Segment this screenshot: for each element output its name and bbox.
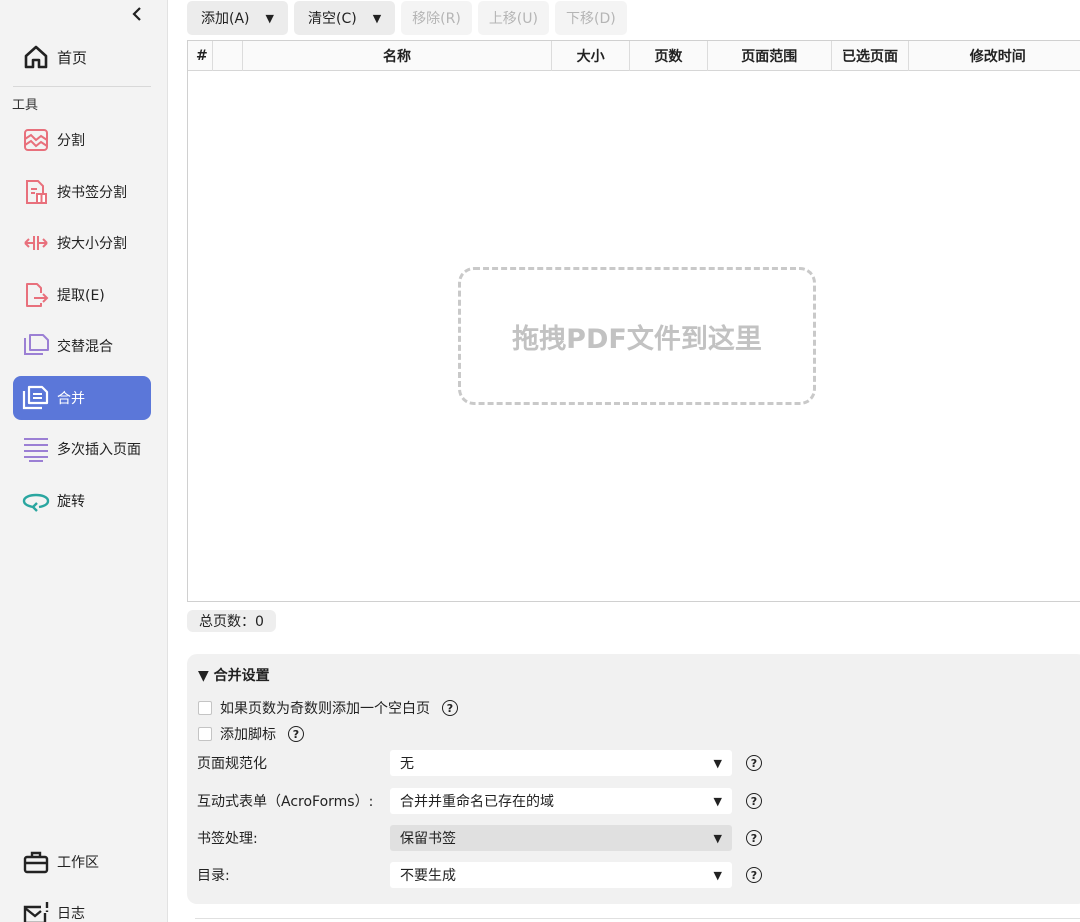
clear-button[interactable]: 清空(C) ▼ xyxy=(293,1,396,35)
sidebar-item-label: 交替混合 xyxy=(57,339,113,355)
sidebar-item-log[interactable]: 日志 xyxy=(13,891,151,922)
sidebar-item-label: 日志 xyxy=(57,906,85,922)
drop-hint: 拖拽PDF文件到这里 xyxy=(512,323,762,355)
toolbar: 添加(A) ▼ 清空(C) ▼ 移除(R) 上移(U) 下移(D) xyxy=(187,1,627,35)
sidebar-item-label: 按书签分割 xyxy=(57,185,127,201)
home-icon xyxy=(21,42,51,72)
dropdown-arrow-icon: ▼ xyxy=(713,831,722,845)
sidebar-item-split-by-size[interactable]: 按大小分割 xyxy=(13,221,151,265)
log-icon xyxy=(21,898,51,922)
merge-settings-panel: ▼ 合并设置 如果页数为奇数则添加一个空白页 ? 添加脚标 ? 页面规范化 无 … xyxy=(187,654,1080,904)
merge-settings-toggle[interactable]: ▼ 合并设置 xyxy=(198,665,270,685)
move-down-button[interactable]: 下移(D) xyxy=(554,1,627,35)
checkbox-label: 如果页数为奇数则添加一个空白页 xyxy=(220,701,430,717)
merge-icon xyxy=(21,383,51,413)
bookmark-handling-row: 书签处理: 保留书签 ▼ ? xyxy=(197,825,767,851)
dropdown-arrow-icon: ▼ xyxy=(713,794,722,808)
select-value: 无 xyxy=(400,756,414,772)
field-label: 页面规范化 xyxy=(197,756,267,772)
extract-icon xyxy=(21,280,51,310)
size-split-icon xyxy=(21,228,51,258)
page-normalization-select[interactable]: 无 ▼ xyxy=(390,750,732,776)
divider xyxy=(195,918,1080,919)
column-header-name[interactable]: 名称 xyxy=(243,41,553,71)
help-icon[interactable]: ? xyxy=(288,726,304,742)
help-icon[interactable]: ? xyxy=(746,867,762,883)
column-header-thumb[interactable] xyxy=(213,41,243,71)
column-header-modified-time[interactable]: 修改时间 xyxy=(909,41,1080,71)
alternate-mix-icon xyxy=(21,331,51,361)
sidebar-item-merge[interactable]: 合并 xyxy=(13,376,151,420)
page-normalization-row: 页面规范化 无 ▼ ? xyxy=(197,750,767,776)
odd-pages-blank-checkbox[interactable] xyxy=(198,701,212,715)
column-header-page-range[interactable]: 页面范围 xyxy=(708,41,832,71)
add-button-label: 添加(A) xyxy=(201,11,250,27)
acroforms-row: 互动式表单（AcroForms）: 合并并重命名已存在的域 ▼ ? xyxy=(197,788,767,814)
sidebar-item-split[interactable]: 分割 xyxy=(13,118,151,162)
caret-down-icon: ▼ xyxy=(265,11,274,25)
total-pages-label: 总页数：0 xyxy=(187,610,276,632)
field-label: 互动式表单（AcroForms）: xyxy=(197,794,374,810)
help-icon[interactable]: ? xyxy=(746,793,762,809)
bookmark-handling-select[interactable]: 保留书签 ▼ xyxy=(390,825,732,851)
briefcase-icon xyxy=(21,847,51,877)
split-icon xyxy=(21,125,51,155)
table-header: # 名称 大小 页数 页面范围 已选页面 修改时间 xyxy=(188,41,1080,71)
select-value: 合并并重命名已存在的域 xyxy=(400,794,554,810)
rotate-icon xyxy=(21,486,51,516)
sidebar-item-rotate[interactable]: 旋转 xyxy=(13,479,151,523)
sidebar-item-workspace[interactable]: 工作区 xyxy=(13,840,151,884)
column-header-size[interactable]: 大小 xyxy=(552,41,631,71)
clear-button-label: 清空(C) xyxy=(307,11,357,27)
sidebar-divider xyxy=(13,86,151,87)
dropdown-arrow-icon: ▼ xyxy=(713,756,722,770)
sidebar-item-home[interactable]: 首页 xyxy=(13,35,151,79)
checkbox-label: 添加脚标 xyxy=(220,727,276,743)
file-table[interactable]: # 名称 大小 页数 页面范围 已选页面 修改时间 拖拽PDF文件到这里 xyxy=(187,40,1080,602)
sidebar-item-label: 合并 xyxy=(57,391,85,407)
column-header-index[interactable]: # xyxy=(188,41,213,71)
sidebar-item-label: 首页 xyxy=(57,48,88,67)
help-icon[interactable]: ? xyxy=(746,830,762,846)
bookmark-split-icon xyxy=(21,177,51,207)
collapse-sidebar-button[interactable] xyxy=(126,2,148,26)
toc-select[interactable]: 不要生成 ▼ xyxy=(390,862,732,888)
sidebar-item-label: 提取(E) xyxy=(57,288,105,304)
select-value: 不要生成 xyxy=(400,868,456,884)
sidebar-item-label: 按大小分割 xyxy=(57,236,127,252)
sidebar-item-label: 分割 xyxy=(57,133,85,149)
add-footer-option[interactable]: 添加脚标 ? xyxy=(198,724,304,744)
add-button[interactable]: 添加(A) ▼ xyxy=(187,1,288,35)
odd-pages-blank-option[interactable]: 如果页数为奇数则添加一个空白页 ? xyxy=(198,698,458,718)
add-footer-checkbox[interactable] xyxy=(198,727,212,741)
select-value: 保留书签 xyxy=(400,831,456,847)
dropdown-arrow-icon: ▼ xyxy=(713,868,722,882)
insert-pages-icon xyxy=(21,434,51,464)
remove-button[interactable]: 移除(R) xyxy=(401,1,472,35)
move-up-button[interactable]: 上移(U) xyxy=(477,1,549,35)
sidebar-item-label: 多次插入页面 xyxy=(57,442,141,458)
drop-zone[interactable]: 拖拽PDF文件到这里 xyxy=(458,267,816,405)
sidebar-item-split-by-bookmark[interactable]: 按书签分割 xyxy=(13,170,151,214)
field-label: 书签处理: xyxy=(197,831,258,847)
sidebar-item-label: 工作区 xyxy=(57,855,99,871)
sidebar: 首页 工具 分割 按书签分割 按大小分割 提取(E) 交替混合 合并 多次插入页… xyxy=(0,0,168,922)
sidebar-item-multi-insert[interactable]: 多次插入页面 xyxy=(13,427,151,471)
sidebar-item-extract[interactable]: 提取(E) xyxy=(13,273,151,317)
help-icon[interactable]: ? xyxy=(442,700,458,716)
help-icon[interactable]: ? xyxy=(746,755,762,771)
column-header-pages[interactable]: 页数 xyxy=(630,41,708,71)
field-label: 目录: xyxy=(197,868,230,884)
column-header-selected-pages[interactable]: 已选页面 xyxy=(832,41,910,71)
sidebar-item-alternate-mix[interactable]: 交替混合 xyxy=(13,324,151,368)
toc-row: 目录: 不要生成 ▼ ? xyxy=(197,862,767,888)
caret-down-icon: ▼ xyxy=(372,11,382,25)
chevron-left-icon xyxy=(132,7,141,21)
sidebar-item-label: 旋转 xyxy=(57,494,85,510)
acroforms-select[interactable]: 合并并重命名已存在的域 ▼ xyxy=(390,788,732,814)
tools-section-label: 工具 xyxy=(12,98,39,113)
